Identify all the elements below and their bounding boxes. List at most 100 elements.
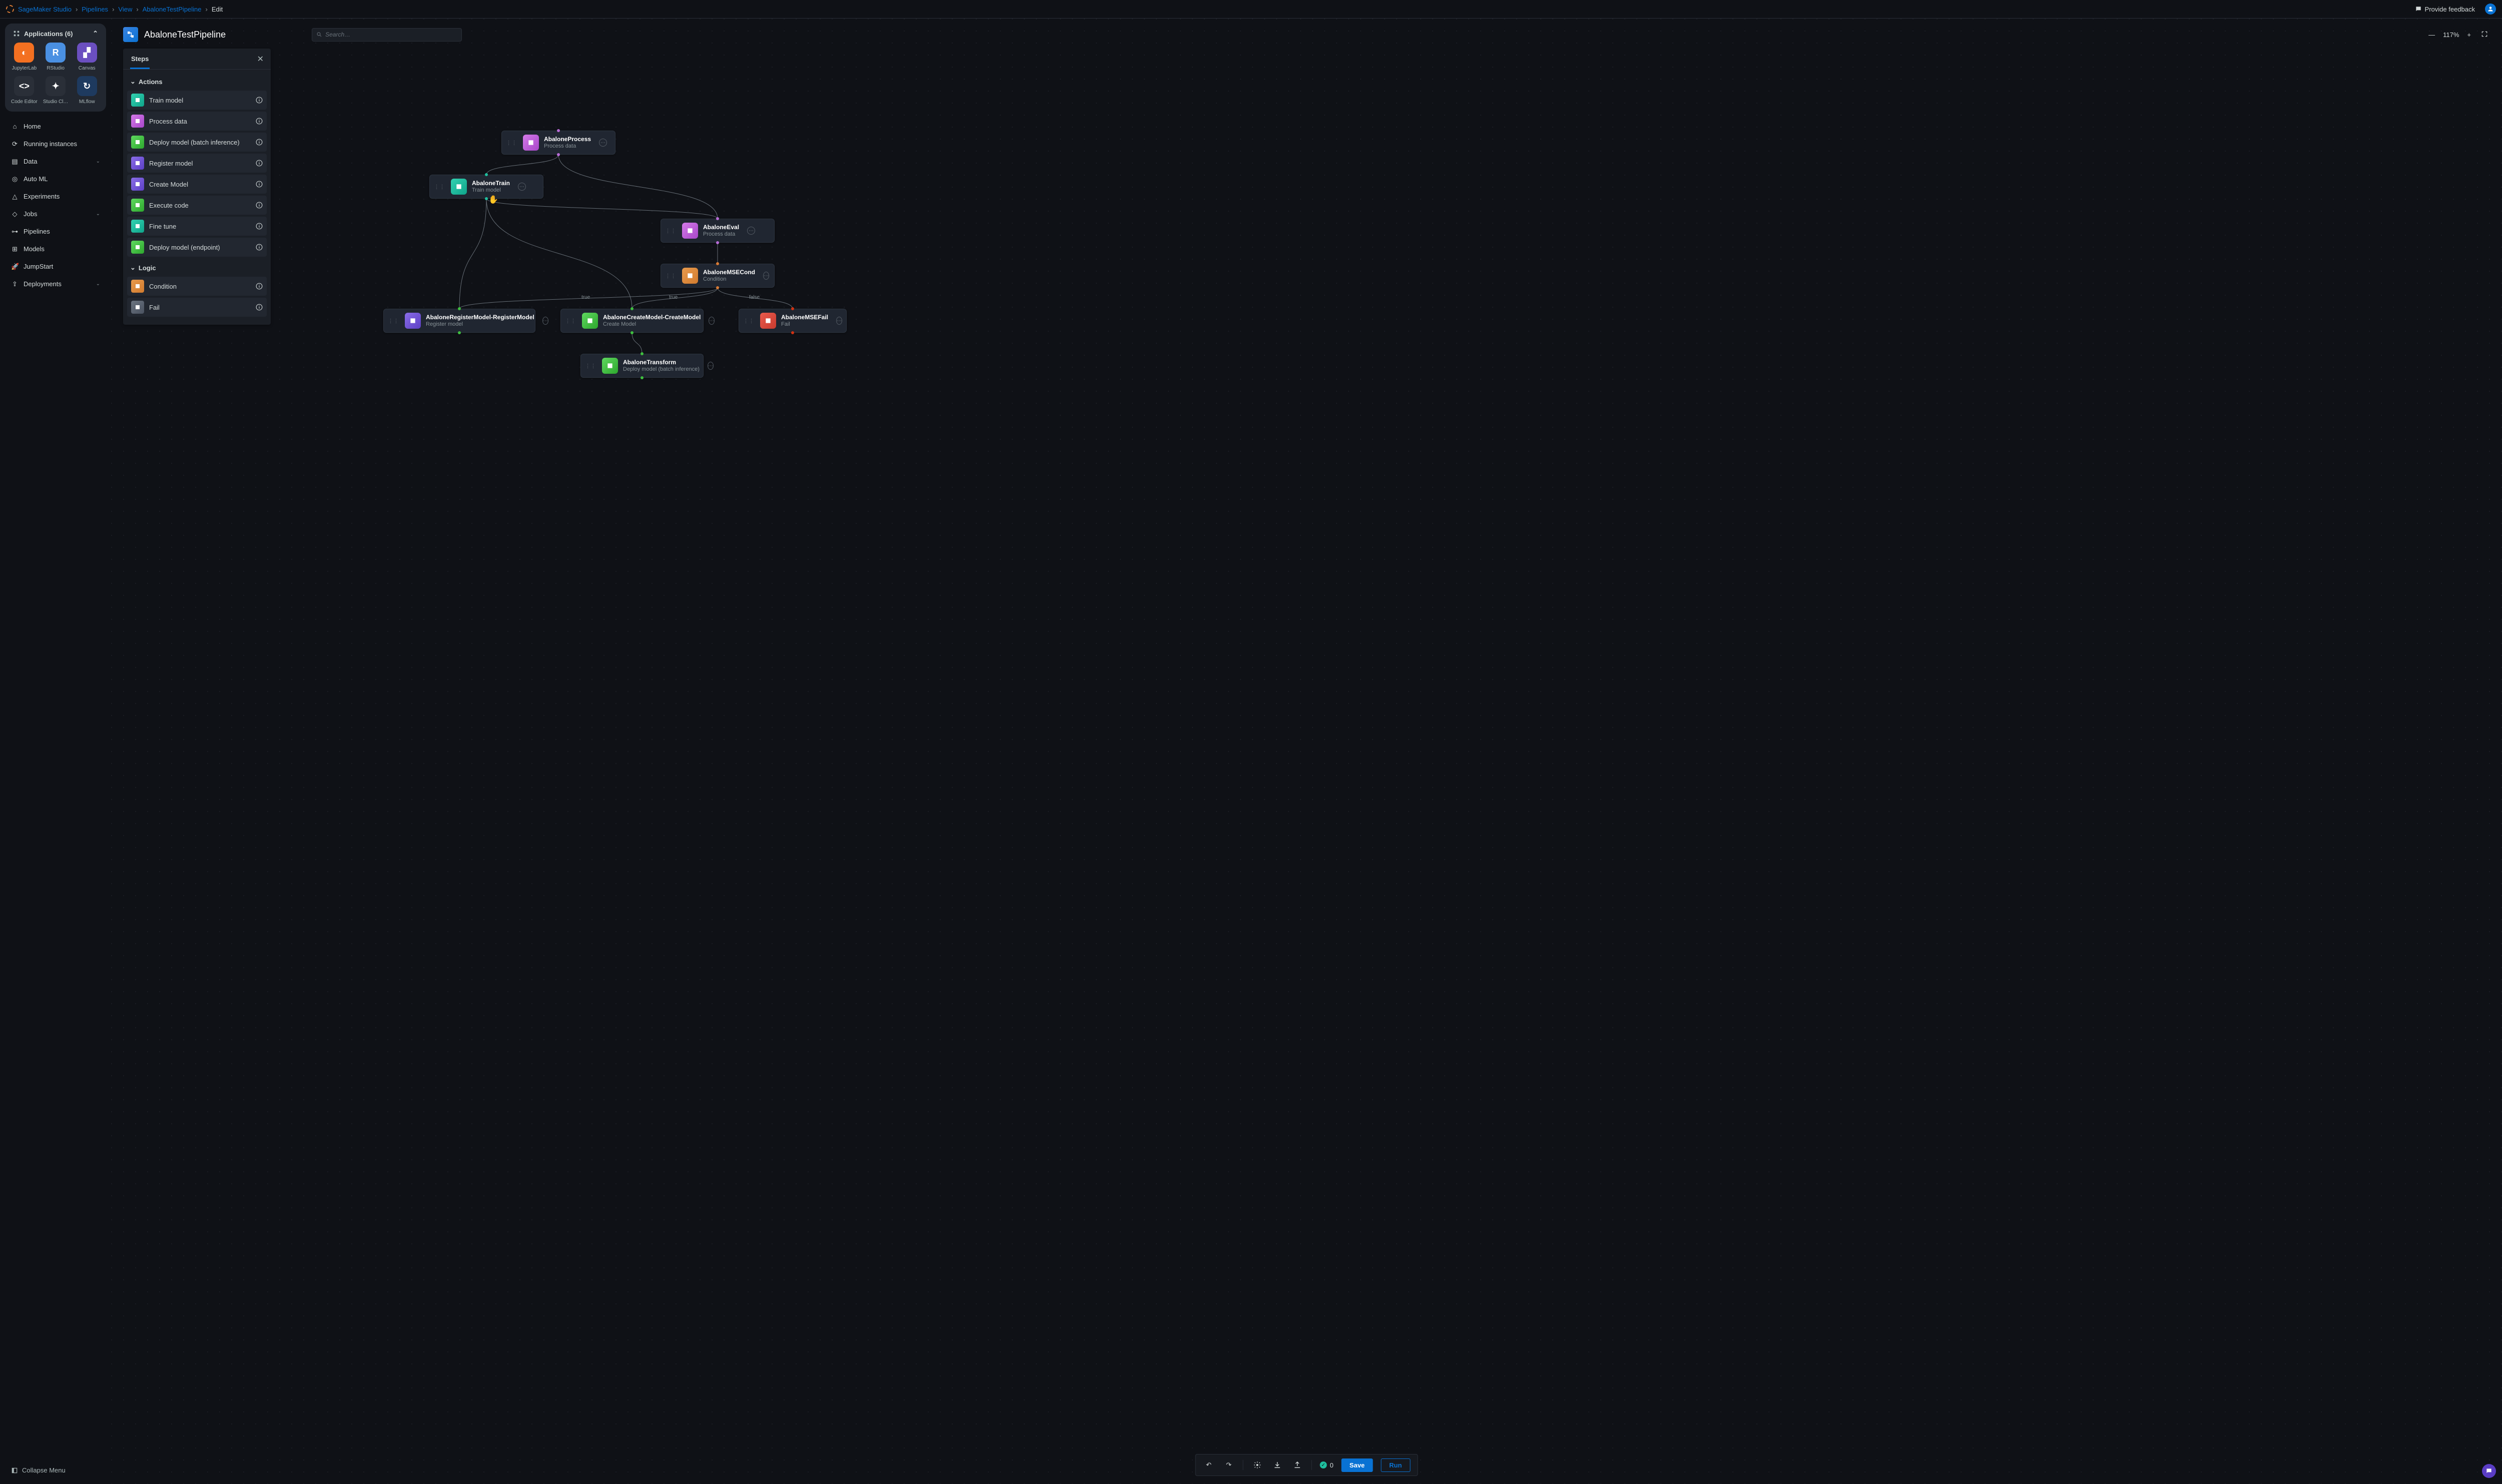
- port-out[interactable]: [716, 241, 719, 244]
- app-tile-5[interactable]: ↻ MLflow: [74, 76, 100, 105]
- drag-handle-icon[interactable]: ⋮⋮: [665, 228, 676, 234]
- redo-button[interactable]: ↷: [1223, 1459, 1235, 1471]
- close-palette-button[interactable]: ✕: [257, 54, 264, 64]
- port-in[interactable]: [557, 129, 560, 132]
- crumb-3[interactable]: AbaloneTestPipeline: [143, 6, 202, 13]
- node-fail[interactable]: ⋮⋮ AbaloneMSEFail Fail ⋯: [739, 309, 847, 333]
- port-out[interactable]: [791, 331, 794, 334]
- palette-step[interactable]: Create Model: [127, 175, 267, 194]
- sidebar-item-data[interactable]: ▤ Data⌄: [5, 153, 106, 170]
- info-icon[interactable]: [256, 283, 263, 290]
- run-button[interactable]: Run: [1381, 1458, 1410, 1472]
- node-more-button[interactable]: ⋯: [518, 183, 526, 191]
- sidebar-item-experiments[interactable]: △ Experiments: [5, 188, 106, 205]
- port-out[interactable]: [716, 286, 719, 289]
- port-in[interactable]: [716, 262, 719, 265]
- node-create[interactable]: ⋮⋮ AbaloneCreateModel-CreateModel Create…: [560, 309, 704, 333]
- sidebar-item-jobs[interactable]: ◇ Jobs⌄: [5, 205, 106, 223]
- drag-handle-icon[interactable]: ⋮⋮: [434, 184, 445, 190]
- node-more-button[interactable]: ⋯: [599, 139, 607, 147]
- help-chat-button[interactable]: [2482, 1464, 2496, 1478]
- crumb-2[interactable]: View: [118, 6, 132, 13]
- drag-handle-icon[interactable]: ⋮⋮: [665, 273, 676, 279]
- info-icon[interactable]: [256, 181, 263, 188]
- port-in[interactable]: [631, 307, 634, 310]
- save-button[interactable]: Save: [1342, 1458, 1373, 1472]
- port-in[interactable]: [791, 307, 794, 310]
- palette-step[interactable]: Condition: [127, 277, 267, 296]
- search-box[interactable]: [312, 28, 462, 42]
- provide-feedback-link[interactable]: Provide feedback: [2415, 6, 2475, 13]
- port-out[interactable]: [641, 376, 644, 379]
- sidebar-item-pipelines[interactable]: ⊶ Pipelines: [5, 223, 106, 240]
- info-icon[interactable]: [256, 202, 263, 209]
- fit-screen-button[interactable]: [2479, 30, 2490, 40]
- info-icon[interactable]: [256, 118, 263, 125]
- node-more-button[interactable]: ⋯: [708, 362, 714, 370]
- node-eval[interactable]: ⋮⋮ AbaloneEval Process data ⋯: [661, 219, 775, 243]
- crumb-1[interactable]: Pipelines: [82, 6, 108, 13]
- search-input[interactable]: [325, 31, 457, 38]
- port-in[interactable]: [458, 307, 461, 310]
- palette-step[interactable]: Register model: [127, 154, 267, 173]
- node-more-button[interactable]: ⋯: [836, 317, 842, 325]
- sidebar-item-auto-ml[interactable]: ◎ Auto ML: [5, 170, 106, 188]
- undo-button[interactable]: ↶: [1203, 1459, 1215, 1471]
- node-cond[interactable]: ⋮⋮ AbaloneMSECond Condition ⋯: [661, 264, 775, 288]
- sidebar-item-running-instances[interactable]: ⟳ Running instances: [5, 135, 106, 153]
- crumb-0[interactable]: SageMaker Studio: [18, 6, 72, 13]
- app-tile-4[interactable]: ✦ Studio Cl…: [43, 76, 69, 105]
- node-more-button[interactable]: ⋯: [542, 317, 548, 325]
- settings-button[interactable]: [1252, 1459, 1264, 1471]
- sidebar-item-models[interactable]: ⊞ Models: [5, 240, 106, 258]
- app-tile-3[interactable]: <> Code Editor: [11, 76, 38, 105]
- drag-handle-icon[interactable]: ⋮⋮: [585, 363, 596, 369]
- drag-handle-icon[interactable]: ⋮⋮: [743, 318, 754, 324]
- port-out[interactable]: [485, 197, 488, 200]
- info-icon[interactable]: [256, 160, 263, 167]
- info-icon[interactable]: [256, 223, 263, 230]
- export-button[interactable]: [1292, 1459, 1304, 1471]
- zoom-out-button[interactable]: —: [2426, 30, 2437, 40]
- download-button[interactable]: [1272, 1459, 1284, 1471]
- palette-step[interactable]: Train model: [127, 91, 267, 110]
- node-train[interactable]: ⋮⋮ AbaloneTrain Train model ⋯: [429, 175, 543, 199]
- info-icon[interactable]: [256, 139, 263, 146]
- app-tile-1[interactable]: R RStudio: [43, 43, 69, 71]
- sidebar-item-home[interactable]: ⌂ Home: [5, 118, 106, 135]
- palette-step[interactable]: Fail: [127, 298, 267, 317]
- node-more-button[interactable]: ⋯: [709, 317, 715, 325]
- sidebar-item-deployments[interactable]: ⇪ Deployments⌄: [5, 275, 106, 293]
- info-icon[interactable]: [256, 244, 263, 251]
- palette-step[interactable]: Fine tune: [127, 217, 267, 236]
- applications-toggle[interactable]: Applications (6) ⌃: [11, 30, 100, 43]
- drag-handle-icon[interactable]: ⋮⋮: [506, 140, 517, 146]
- zoom-in-button[interactable]: +: [2465, 30, 2473, 40]
- port-out[interactable]: [557, 153, 560, 156]
- info-icon[interactable]: [256, 304, 263, 311]
- collapse-menu-button[interactable]: Collapse Menu: [5, 1461, 106, 1479]
- node-transform[interactable]: ⋮⋮ AbaloneTransform Deploy model (batch …: [580, 354, 704, 378]
- port-in[interactable]: [485, 173, 488, 176]
- info-icon[interactable]: [256, 97, 263, 104]
- drag-handle-icon[interactable]: ⋮⋮: [565, 318, 576, 324]
- port-in[interactable]: [716, 217, 719, 220]
- port-out[interactable]: [631, 331, 634, 334]
- palette-step[interactable]: Process data: [127, 112, 267, 131]
- actions-group-header[interactable]: ⌄ Actions: [127, 73, 267, 89]
- tab-steps[interactable]: Steps: [130, 49, 150, 69]
- node-process[interactable]: ⋮⋮ AbaloneProcess Process data ⋯: [501, 131, 615, 155]
- node-more-button[interactable]: ⋯: [747, 227, 755, 235]
- sidebar-item-jumpstart[interactable]: 🚀 JumpStart: [5, 258, 106, 275]
- app-tile-2[interactable]: ▞ Canvas: [74, 43, 100, 71]
- port-in[interactable]: [641, 352, 644, 355]
- pipeline-canvas[interactable]: truetruefalse ⋮⋮ AbaloneProcess Process …: [111, 19, 2502, 1484]
- node-more-button[interactable]: ⋯: [763, 272, 769, 280]
- app-tile-0[interactable]: ◐ JupyterLab: [11, 43, 38, 71]
- port-out[interactable]: [458, 331, 461, 334]
- palette-step[interactable]: Deploy model (endpoint): [127, 238, 267, 257]
- validation-status[interactable]: ✓ 0: [1320, 1461, 1334, 1469]
- palette-step[interactable]: Deploy model (batch inference): [127, 133, 267, 152]
- user-avatar[interactable]: [2485, 4, 2496, 15]
- node-register[interactable]: ⋮⋮ AbaloneRegisterModel-RegisterModel Re…: [383, 309, 535, 333]
